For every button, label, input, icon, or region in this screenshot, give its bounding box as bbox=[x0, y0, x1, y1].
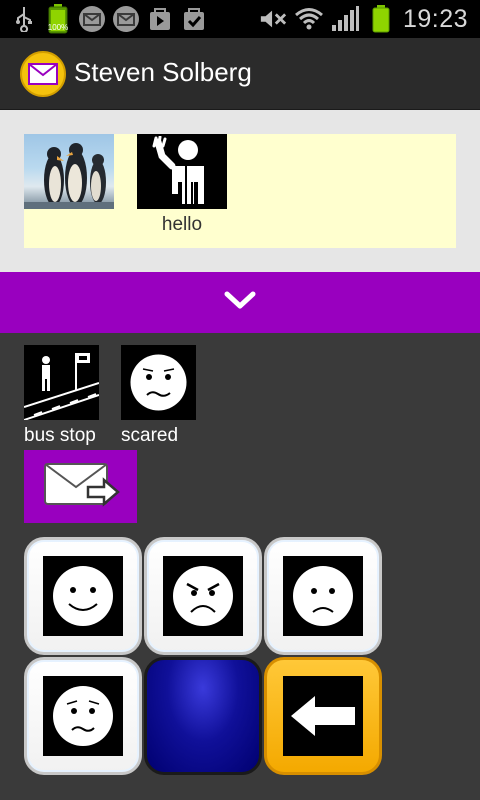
bus-stop-icon bbox=[24, 345, 99, 420]
empty-blue-tile[interactable] bbox=[144, 657, 262, 775]
wifi-icon bbox=[294, 5, 323, 33]
happy-face-icon bbox=[43, 556, 123, 636]
sad-face-icon bbox=[283, 556, 363, 636]
clock: 19:23 bbox=[402, 4, 468, 33]
battery-full-icon: 100% bbox=[44, 4, 72, 34]
back-tile[interactable] bbox=[264, 657, 382, 775]
scared-face-icon bbox=[121, 345, 196, 420]
symbol-label: scared bbox=[121, 425, 179, 446]
signal-icon bbox=[331, 5, 359, 33]
battery-percent: 100% bbox=[47, 23, 69, 32]
sentence-strip[interactable]: hello bbox=[24, 134, 456, 248]
mute-icon bbox=[259, 5, 287, 33]
strip-item-label: hello bbox=[161, 214, 203, 235]
page-title: Steven Solberg bbox=[74, 57, 252, 87]
happy-tile[interactable] bbox=[24, 537, 142, 655]
symbol-bus-stop[interactable]: bus stop bbox=[24, 345, 99, 447]
send-mail-icon bbox=[42, 461, 120, 512]
send-message-button[interactable] bbox=[24, 450, 137, 523]
back-arrow-icon bbox=[283, 676, 363, 756]
waving-person-icon bbox=[137, 134, 227, 209]
angry-face-icon bbox=[163, 556, 243, 636]
store-check-icon bbox=[180, 5, 208, 33]
sad-tile[interactable] bbox=[264, 537, 382, 655]
strip-item-penguins[interactable] bbox=[24, 134, 114, 214]
worried-tile[interactable] bbox=[24, 657, 142, 775]
strip-item-hello[interactable]: hello bbox=[137, 134, 227, 236]
battery-charging-icon bbox=[367, 5, 395, 33]
play-store-icon bbox=[146, 5, 174, 33]
action-bar: Steven Solberg bbox=[0, 38, 480, 110]
worried-face-icon bbox=[43, 676, 123, 756]
app-envelope-icon[interactable] bbox=[20, 51, 66, 97]
status-bar: 100% 19:23 bbox=[0, 0, 480, 38]
collapse-toggle-button[interactable] bbox=[0, 272, 480, 333]
penguins-photo bbox=[24, 134, 114, 209]
angry-tile[interactable] bbox=[144, 537, 262, 655]
symbol-scared[interactable]: scared bbox=[121, 345, 196, 447]
mail-notification-icon bbox=[78, 5, 106, 33]
mail-notification-icon bbox=[112, 5, 140, 33]
symbol-label: bus stop bbox=[24, 425, 96, 446]
usb-icon bbox=[10, 5, 38, 33]
sentence-area: hello bbox=[0, 110, 480, 272]
chevron-down-icon bbox=[223, 290, 257, 315]
